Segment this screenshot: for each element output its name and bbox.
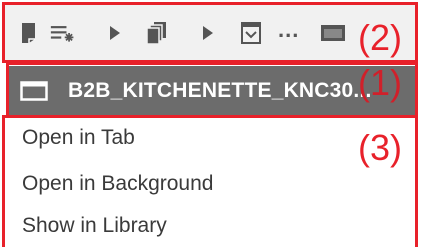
annotation-label-1: (1)	[358, 62, 402, 103]
annotation-box-menu	[2, 115, 418, 247]
annotation-label-3: (3)	[358, 127, 402, 168]
annotation-label-2: (2)	[358, 17, 402, 58]
annotation-box-tab	[6, 62, 418, 118]
annotation-box-toolbar	[2, 2, 418, 63]
